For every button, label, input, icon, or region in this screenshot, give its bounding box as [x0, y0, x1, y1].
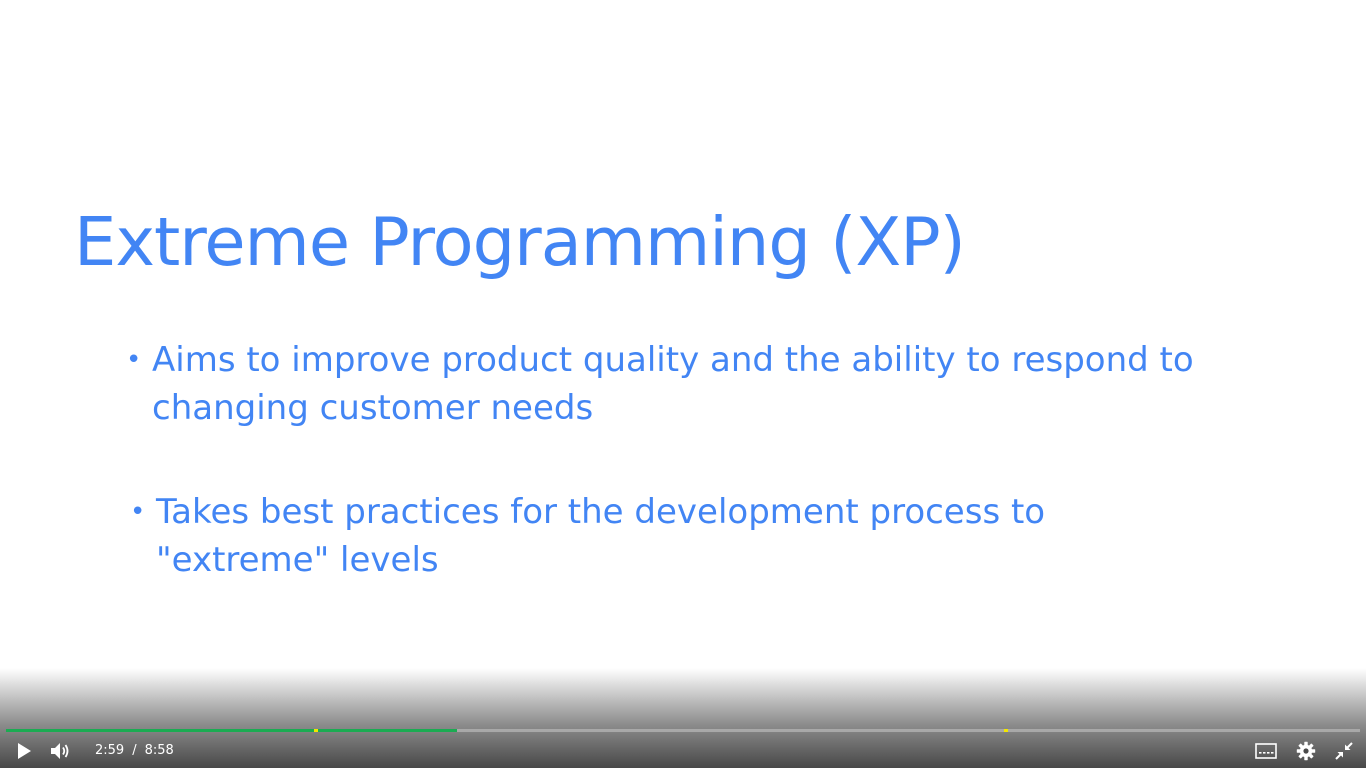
gear-icon [1296, 741, 1316, 761]
video-player[interactable]: Extreme Programming (XP) • Aims to impro… [0, 0, 1366, 768]
exit-fullscreen-button[interactable] [1330, 737, 1358, 765]
bullet-text: Takes best practices for the development… [156, 492, 1046, 580]
volume-icon [51, 743, 69, 759]
chapter-marker[interactable] [314, 729, 318, 732]
time-display: 2:59 / 8:58 [95, 741, 174, 761]
volume-button[interactable] [46, 737, 76, 765]
controls-gradient [0, 668, 1366, 768]
duration: 8:58 [144, 743, 174, 758]
exit-fullscreen-icon [1335, 742, 1353, 760]
bullet-item: • Aims to improve product quality and th… [126, 336, 1232, 432]
settings-button[interactable] [1292, 737, 1320, 765]
captions-button[interactable] [1252, 737, 1280, 765]
play-icon [18, 743, 31, 759]
bullet-marker: • [126, 345, 142, 375]
play-button[interactable] [10, 737, 38, 765]
bullet-text: Aims to improve product quality and the … [152, 340, 1194, 428]
chapter-marker[interactable] [1004, 729, 1008, 732]
current-time: 2:59 [95, 743, 125, 758]
bullet-marker: • [130, 497, 146, 527]
time-separator: / [132, 743, 137, 758]
progress-bar[interactable] [6, 729, 1360, 732]
progress-played [6, 729, 457, 732]
slide-content: Extreme Programming (XP) • Aims to impro… [0, 0, 1366, 768]
slide-title: Extreme Programming (XP) [74, 203, 966, 281]
bullet-item: • Takes best practices for the developme… [130, 488, 1156, 584]
captions-icon [1255, 743, 1277, 759]
